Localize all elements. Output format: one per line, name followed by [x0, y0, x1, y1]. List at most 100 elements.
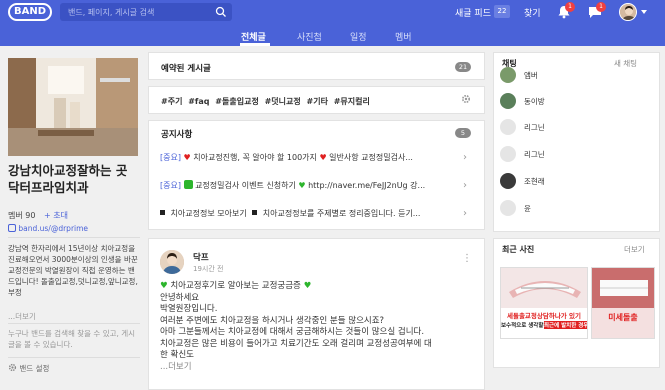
divider: [8, 237, 140, 238]
notice-item[interactable]: 치아교정정보 모아보기 치아교정정보를 주제별로 정리중입니다. 듣기...: [160, 208, 458, 222]
band-url-link[interactable]: band.us/@drprime: [8, 224, 88, 233]
chat-item[interactable]: 윤: [500, 200, 650, 216]
chevron-right-icon[interactable]: ›: [463, 152, 467, 163]
gear-icon: [8, 363, 17, 372]
sub-nav: 전체글 사진첩 일정 멤버: [0, 24, 665, 46]
user-avatar[interactable]: [619, 3, 637, 21]
notice-tag: [중요]: [160, 181, 181, 190]
link-icon: [8, 224, 16, 232]
chevron-right-icon[interactable]: ›: [463, 180, 467, 191]
search-input[interactable]: [68, 3, 213, 21]
chat-avatar: [500, 93, 516, 109]
author-avatar[interactable]: [160, 250, 184, 274]
more-options-icon[interactable]: ⋮: [462, 253, 472, 264]
hashtag-list[interactable]: #주기 #faq #돌출입교정 #덧니교정 #기타 #뮤지컬리: [161, 96, 370, 107]
chevron-down-icon[interactable]: [641, 10, 647, 14]
post-line: ♥ 치아교정후기로 알아보는 교정궁금증 ♥: [160, 281, 460, 293]
band-url-text: band.us/@drprime: [18, 224, 89, 233]
band-logo[interactable]: BAND: [8, 3, 52, 21]
band-settings-label: 밴드 설정: [19, 364, 50, 373]
photo-thumbnail[interactable]: 세돌출교정상담하나가 있기 보수적으로 생각할경 최근에 발치한 경우: [500, 267, 588, 339]
photo-caption: 최근에 발치한 경우: [544, 321, 587, 329]
photo-caption: 미세돌출: [608, 313, 638, 322]
chat-avatar: [500, 146, 516, 162]
search-icon[interactable]: [215, 6, 227, 18]
chat-item[interactable]: 조현래: [500, 173, 650, 189]
new-feed-count: 22: [494, 5, 510, 18]
chat-item[interactable]: 리그닌: [500, 119, 650, 135]
band-visibility-note: 누구나 밴드를 검색해 찾을 수 있고, 게시글을 볼 수 있습니다.: [8, 329, 136, 349]
recent-photos-panel: 최근 사진 더보기 세돌출교정상담하나가 있기 보수적으로 생각할경 최근에 발…: [493, 238, 660, 368]
photo-caption: 보수적으로 생각할경: [501, 323, 544, 329]
chat-panel: 채팅 새 채팅 앰버 동이방 리그닌 리그닌 조현래 윤: [493, 52, 660, 232]
photo-caption: 세돌출교정상담하나가 있기: [506, 312, 582, 320]
heart-icon: ♥: [319, 153, 327, 162]
notice-text: 치아교정진행, 꼭 알아야 할 100가지: [193, 153, 317, 162]
divider: [8, 357, 140, 358]
find-link[interactable]: 찾기: [524, 6, 541, 19]
post-line: 안녕하세요: [160, 292, 200, 303]
reserved-posts-count: 21: [455, 62, 471, 72]
notices-title: 공지사항: [161, 130, 193, 140]
chat-name: 윤: [524, 204, 531, 213]
hashtag-card: #주기 #faq #돌출입교정 #덧니교정 #기타 #뮤지컬리: [148, 86, 485, 114]
photos-more-link[interactable]: 더보기: [624, 244, 645, 255]
tab-photos[interactable]: 사진첩: [297, 30, 322, 43]
heart-icon: ♥: [183, 153, 191, 162]
gear-icon[interactable]: [461, 94, 471, 104]
invite-button[interactable]: + 초대: [44, 210, 68, 221]
tab-members[interactable]: 멤버: [395, 30, 412, 43]
green-heart-icon: ♥: [160, 281, 168, 291]
chat-name: 조현래: [524, 177, 545, 186]
chat-avatar: [500, 173, 516, 189]
post-time: 19시간 전: [193, 265, 224, 273]
green-heart-icon: ♥: [298, 181, 306, 190]
teeth-image: [592, 268, 654, 308]
teeth-image: [501, 268, 587, 308]
active-tab-indicator: [240, 43, 270, 46]
chat-badge: 1: [596, 2, 606, 12]
notices-count: 5: [455, 128, 471, 138]
chat-avatar: [500, 200, 516, 216]
chat-name: 리그닌: [524, 123, 545, 132]
band-settings-link[interactable]: 밴드 설정: [8, 363, 49, 374]
chat-name: 앰버: [524, 71, 538, 80]
top-bar: BAND 새글 피드 22 찾기 1 1: [0, 0, 665, 24]
chevron-right-icon[interactable]: ›: [463, 208, 467, 219]
band-cover-image[interactable]: [8, 58, 138, 156]
tab-schedule[interactable]: 일정: [350, 30, 367, 43]
chat-name: 리그닌: [524, 150, 545, 159]
chat-avatar: [500, 119, 516, 135]
post-title-text: 치아교정후기로 알아보는 교정궁금증: [170, 281, 301, 291]
photo-thumbnail[interactable]: 미세돌출: [591, 267, 655, 339]
green-heart-icon: ♥: [303, 281, 312, 291]
chat-avatar: [500, 67, 516, 83]
chat-item[interactable]: 앰버: [500, 67, 650, 83]
notice-tag: [중요]: [160, 153, 181, 162]
chat-name: 동이방: [524, 97, 545, 106]
notice-text: 교정정밀검사 이벤트 신청하기: [195, 181, 296, 190]
post-author[interactable]: 닥프: [193, 251, 209, 263]
bullet-icon: [160, 210, 165, 215]
band-description: 강남역 한자리에서 15년이상 치아교정을 진료해오면서 3000분이상의 인생…: [8, 244, 138, 297]
chat-item[interactable]: 리그닌: [500, 146, 650, 162]
post-line: 치아교정은 많은 비용이 들어가고 치료기간도 오래 걸리며 교정성공여부에 대: [160, 338, 432, 349]
reserved-posts-title: 예약된 게시글: [161, 64, 211, 74]
notice-text-2: 일반사항 교정정밀검사...: [329, 153, 413, 162]
tab-all-posts[interactable]: 전체글: [241, 30, 266, 43]
post-body[interactable]: ♥ 치아교정후기로 알아보는 교정궁금증 ♥ 안녕하세요 박열원장입니다. 여러…: [160, 281, 460, 373]
chat-item[interactable]: 동이방: [500, 93, 650, 109]
notice-item[interactable]: [중요] ♥ 치아교정진행, 꼭 알아야 할 100가지 ♥ 일반사항 교정정밀…: [160, 152, 458, 166]
notice-text-2: 치아교정정보를 주제별로 정리중입니다. 듣기...: [262, 209, 421, 218]
band-info-panel: 강남치아교정잘하는 곳 닥터프라임치과 멤버 90 + 초대 band.us/@…: [0, 52, 140, 390]
reserved-posts-card[interactable]: 예약된 게시글 21: [148, 52, 485, 80]
divider: [8, 323, 140, 324]
member-count[interactable]: 멤버 90: [8, 210, 35, 221]
description-more-link[interactable]: ...더보기: [8, 311, 36, 322]
search-box[interactable]: [60, 3, 232, 21]
post-more-link[interactable]: ...더보기: [160, 362, 460, 374]
notice-item[interactable]: [중요] 교정정밀검사 이벤트 신청하기 ♥ http://naver.me/F…: [160, 180, 458, 194]
band-name: 강남치아교정잘하는 곳 닥터프라임치과: [8, 163, 128, 195]
new-feed-link[interactable]: 새글 피드: [455, 6, 491, 19]
post-line: 아마 그분들께서는 치아교정에 대해서 궁금해하시는 것들이 많으실 겁니다.: [160, 327, 425, 337]
